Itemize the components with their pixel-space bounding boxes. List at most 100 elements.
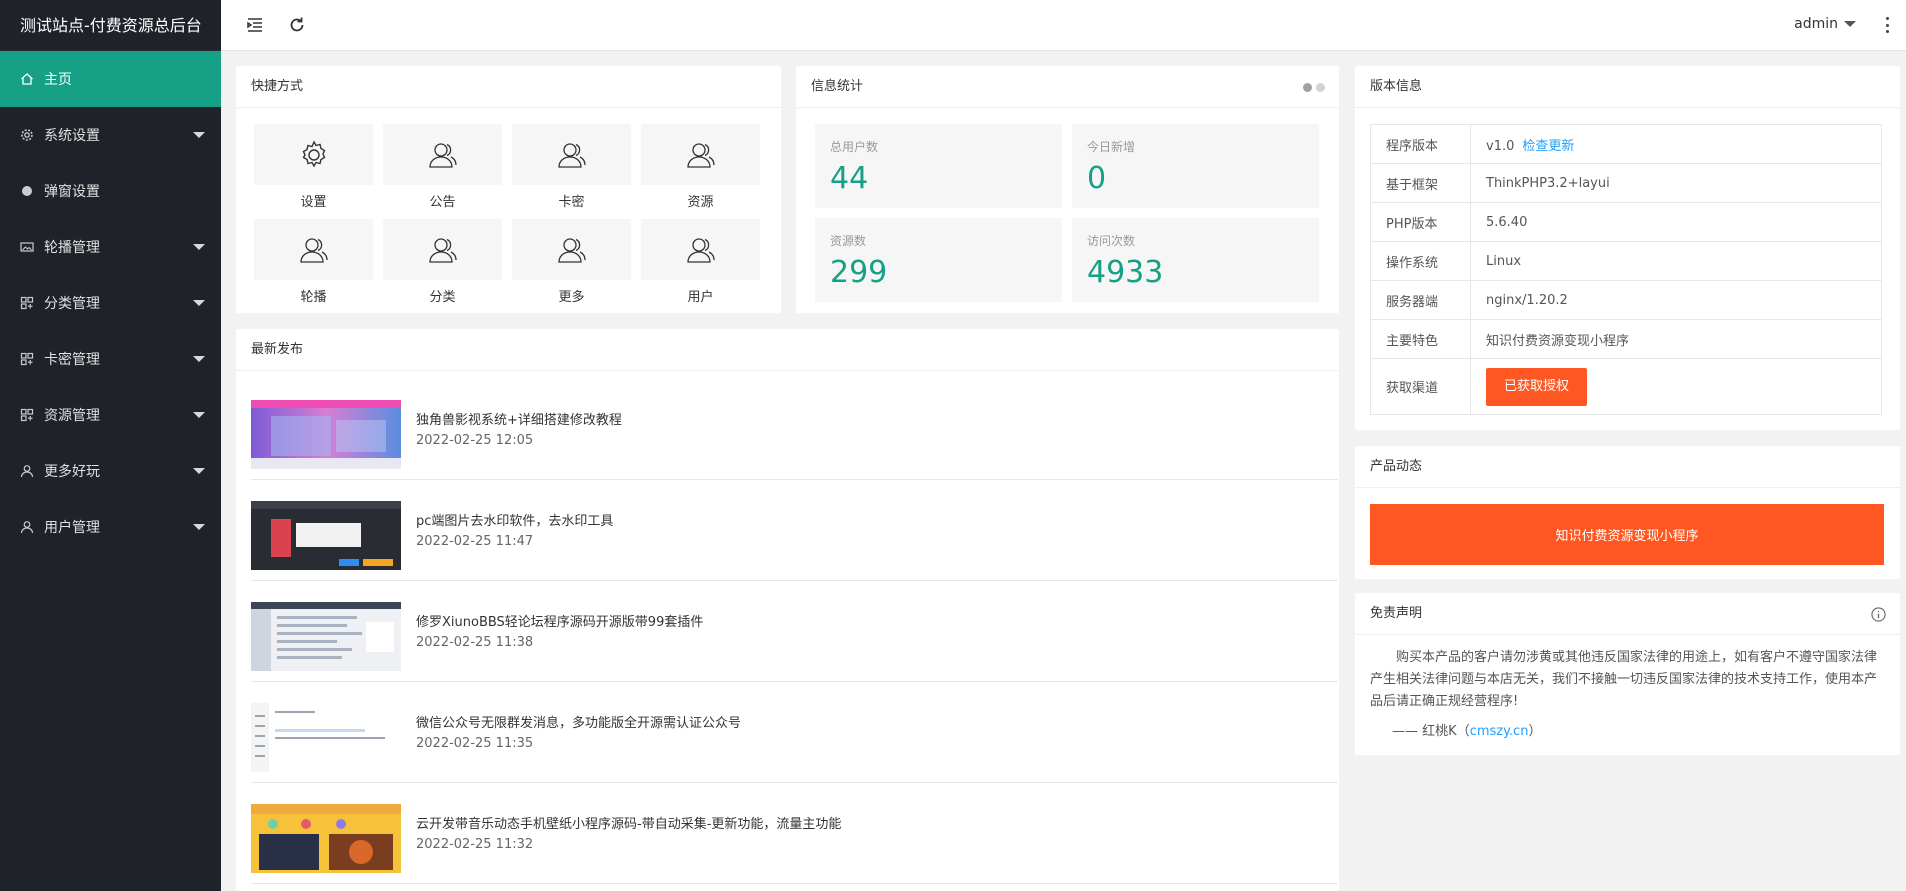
version-key: 操作系统 (1370, 241, 1471, 281)
refresh-icon[interactable] (287, 15, 307, 35)
chevron-down-icon (193, 524, 205, 530)
disclaimer-text: 购买本产品的客户请勿涉黄或其他违反国家法律的用途上，如有客户不遵守国家法律 产生… (1370, 650, 1878, 709)
version-key: 程序版本 (1370, 124, 1471, 164)
signature-suffix: ） (1528, 724, 1542, 739)
stats-card: 信息统计 总用户数 44 今日新增 0 资源数 299 访问次数 4933 (796, 66, 1339, 313)
sidebar-item[interactable]: 用户管理 (0, 499, 221, 555)
gear-icon (20, 128, 34, 142)
stat-value: 44 (830, 161, 869, 196)
version-card: 版本信息 程序版本 v1.0 检查更新 基于框架 ThinkPHP3.2+layui PH… (1355, 66, 1900, 430)
chevron-down-icon (193, 468, 205, 474)
authorized-button[interactable]: 已获取授权 (1486, 367, 1588, 406)
shortcut-item[interactable]: 卡密 (512, 124, 631, 211)
card-title: 最新发布 (236, 329, 1339, 371)
shortcut-item[interactable]: 分类 (383, 219, 502, 306)
card-title: 产品动态 (1355, 446, 1900, 488)
shortcut-item[interactable]: 更多 (512, 219, 631, 306)
users-icon (383, 219, 502, 280)
collapse-menu-icon[interactable] (245, 15, 265, 35)
users-icon (254, 219, 373, 280)
version-row: 程序版本 v1.0 检查更新 (1370, 124, 1882, 164)
list-item[interactable]: 微信公众号无限群发消息，多功能版全开源需认证公众号 2022-02-25 11:… (251, 682, 1338, 783)
stat-label: 总用户数 (830, 140, 879, 154)
info-icon (1871, 607, 1886, 622)
grid-icon (20, 408, 34, 422)
home-icon (20, 72, 34, 86)
shortcut-item[interactable]: 用户 (641, 219, 760, 306)
item-title: 独角兽影视系统+详细搭建修改教程 (416, 413, 622, 428)
sidebar-item[interactable]: 轮播管理 (0, 219, 221, 275)
user-name: admin (1794, 16, 1838, 32)
version-value-cell: 已获取授权 (1470, 358, 1882, 415)
item-title: 云开发带音乐动态手机壁纸小程序源码-带自动采集-更新功能，流量主功能 (416, 817, 842, 832)
version-value: Linux (1486, 253, 1522, 269)
sidebar-item[interactable]: 主页 (0, 51, 221, 107)
version-key: 主要特色 (1370, 319, 1471, 359)
version-row: 获取渠道 已获取授权 (1370, 358, 1882, 415)
user-icon (20, 520, 34, 534)
version-value-cell: Linux (1470, 241, 1882, 281)
sidebar: 测试站点-付费资源总后台 主页 系统设置 弹窗设置 轮播管理 分类管理 卡密管理… (0, 0, 221, 891)
sidebar-item[interactable]: 卡密管理 (0, 331, 221, 387)
sidebar-item-label: 用户管理 (44, 520, 100, 536)
disclaimer-signature: —— 红桃K（cmszy.cn） (1370, 721, 1885, 743)
version-row: 服务器端 nginx/1.20.2 (1370, 280, 1882, 320)
shortcut-item[interactable]: 公告 (383, 124, 502, 211)
stat-label: 今日新增 (1087, 140, 1136, 154)
version-value: 知识付费资源变现小程序 (1486, 333, 1630, 349)
card-title: 版本信息 (1355, 66, 1900, 108)
version-value-cell: 知识付费资源变现小程序 (1470, 319, 1882, 359)
sidebar-item[interactable]: 系统设置 (0, 107, 221, 163)
item-date: 2022-02-25 11:35 (416, 736, 534, 751)
list-item[interactable]: 云开发带音乐动态手机壁纸小程序源码-带自动采集-更新功能，流量主功能 2022-… (251, 783, 1338, 884)
chevron-down-icon (193, 412, 205, 418)
sidebar-item[interactable]: 分类管理 (0, 275, 221, 331)
product-banner[interactable]: 知识付费资源变现小程序 (1370, 504, 1884, 565)
latest-list: 独角兽影视系统+详细搭建修改教程 2022-02-25 12:05 pc端图片去… (251, 379, 1338, 884)
sidebar-nav: 主页 系统设置 弹窗设置 轮播管理 分类管理 卡密管理 资源管理 更多好玩 用户… (0, 51, 221, 555)
users-icon (641, 124, 760, 185)
more-vertical-icon[interactable] (1886, 17, 1890, 33)
stat-tile: 总用户数 44 (815, 124, 1062, 208)
users-icon (512, 124, 631, 185)
shortcut-label: 设置 (300, 195, 327, 210)
list-item[interactable]: pc端图片去水印软件，去水印工具 2022-02-25 11:47 (251, 480, 1338, 581)
users-icon (383, 124, 502, 185)
list-item[interactable]: 修罗XiunoBBS轻论坛程序源码开源版带99套插件 2022-02-25 11… (251, 581, 1338, 682)
shortcut-item[interactable]: 设置 (254, 124, 373, 211)
stat-tile: 访问次数 4933 (1072, 218, 1319, 302)
item-title: 微信公众号无限群发消息，多功能版全开源需认证公众号 (416, 716, 742, 731)
list-item[interactable]: 独角兽影视系统+详细搭建修改教程 2022-02-25 12:05 (251, 379, 1338, 480)
sidebar-item[interactable]: 资源管理 (0, 387, 221, 443)
sidebar-item[interactable]: 弹窗设置 (0, 163, 221, 219)
shortcuts-card: 快捷方式 设置 公告 卡密 资源 轮播 分类 更多 用户 (236, 66, 781, 313)
sidebar-item[interactable]: 更多好玩 (0, 443, 221, 499)
version-value-cell: 5.6.40 (1470, 202, 1882, 242)
shortcut-label: 用户 (687, 290, 714, 305)
item-date: 2022-02-25 12:05 (416, 433, 534, 448)
user-menu[interactable]: admin (1794, 16, 1856, 32)
shortcut-label: 轮播 (300, 290, 327, 305)
version-value: ThinkPHP3.2+layui (1486, 175, 1610, 191)
check-update-link[interactable]: 检查更新 (1522, 139, 1574, 154)
gear-icon (254, 124, 373, 185)
latest-card: 最新发布 独角兽影视系统+详细搭建修改教程 2022-02-25 12:05 p… (236, 329, 1339, 891)
app-title: 测试站点-付费资源总后台 (0, 0, 221, 51)
shortcut-item[interactable]: 资源 (641, 124, 760, 211)
carousel-dots[interactable] (1303, 83, 1325, 92)
chevron-down-icon (1844, 21, 1856, 27)
thumbnail-image (251, 703, 401, 772)
item-title: 修罗XiunoBBS轻论坛程序源码开源版带99套插件 (416, 615, 704, 630)
shortcut-item[interactable]: 轮播 (254, 219, 373, 306)
signature-link[interactable]: cmszy.cn (1470, 724, 1529, 739)
user-icon (20, 464, 34, 478)
card-title: 信息统计 (796, 66, 1339, 108)
shortcut-grid: 设置 公告 卡密 资源 轮播 分类 更多 用户 (254, 124, 760, 306)
thumbnail-image (251, 501, 401, 570)
stat-value: 299 (830, 255, 888, 290)
version-table: 程序版本 v1.0 检查更新 基于框架 ThinkPHP3.2+layui PHP版本 5.… (1370, 124, 1882, 415)
shortcut-label: 资源 (687, 195, 714, 210)
version-key: 基于框架 (1370, 163, 1471, 203)
stat-grid: 总用户数 44 今日新增 0 资源数 299 访问次数 4933 (815, 124, 1319, 302)
sidebar-item-label: 分类管理 (44, 296, 100, 312)
